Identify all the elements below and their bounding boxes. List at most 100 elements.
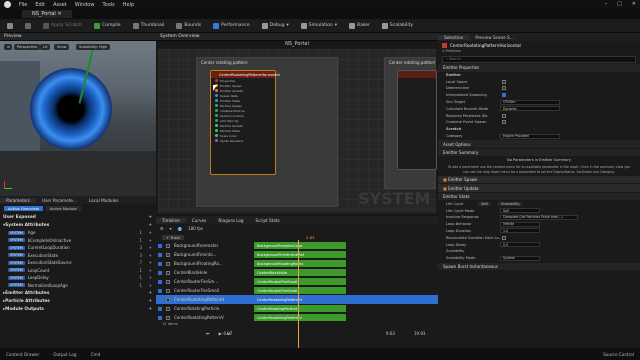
timeline-row[interactable]: CenterRoatatingPatternV CenterRoatatingPa… bbox=[156, 313, 438, 322]
minimize-icon[interactable]: – bbox=[605, 1, 608, 7]
life-cycle-value[interactable]: Self bbox=[500, 208, 540, 214]
life-cycle-value[interactable]: 1.0 bbox=[500, 228, 540, 234]
timeline-isolate-checkbox[interactable] bbox=[166, 261, 170, 266]
bounds-button[interactable]: Bounds bbox=[173, 22, 204, 30]
tab-niagara-log[interactable]: Niagara Log bbox=[212, 218, 249, 223]
add-track-button[interactable]: + Track bbox=[162, 234, 185, 240]
menu-asset[interactable]: Asset bbox=[53, 2, 67, 8]
menu-window[interactable]: Window bbox=[75, 2, 95, 8]
add-icon[interactable]: + bbox=[148, 299, 152, 304]
menu-edit[interactable]: Edit bbox=[35, 2, 45, 8]
search-input[interactable]: ⌕ Search bbox=[442, 56, 636, 63]
timeline-isolate-checkbox[interactable] bbox=[166, 270, 170, 275]
self-option-button[interactable]: Self bbox=[478, 201, 491, 206]
save-button[interactable] bbox=[4, 22, 16, 30]
timeline-enable-checkbox[interactable] bbox=[158, 261, 162, 266]
cmd-button[interactable]: Cmd bbox=[91, 352, 101, 357]
add-icon[interactable]: + bbox=[149, 245, 152, 250]
add-icon[interactable]: + bbox=[149, 275, 152, 280]
add-icon[interactable]: + bbox=[149, 283, 152, 288]
property-value[interactable]: CPUSim bbox=[500, 99, 560, 105]
timeline-enable-checkbox[interactable] bbox=[158, 243, 162, 248]
timeline-bar[interactable]: CenterRotatingParticle bbox=[254, 305, 346, 312]
tab-script-stats[interactable]: Script Stats bbox=[250, 218, 286, 223]
property-checkbox[interactable] bbox=[502, 86, 506, 91]
scalability-option-button[interactable]: Scalability bbox=[498, 201, 523, 206]
add-icon[interactable]: + bbox=[148, 307, 152, 312]
scratch-section[interactable]: Scratch bbox=[438, 126, 640, 133]
emitter-attributes-section[interactable]: ▸ Emitter Attributes + bbox=[0, 289, 156, 297]
timeline-enable-checkbox[interactable] bbox=[158, 297, 162, 302]
emitter-properties-header[interactable]: Emitter Properties bbox=[438, 64, 640, 72]
menu-help[interactable]: Help bbox=[123, 2, 134, 8]
timeline-enable-checkbox[interactable] bbox=[158, 279, 162, 284]
timeline-bar[interactable]: CenterRouterFireSmall bbox=[254, 278, 346, 285]
particle-attributes-section[interactable]: ▸ Particle Attributes + bbox=[0, 297, 156, 305]
life-cycle-checkbox[interactable] bbox=[502, 235, 506, 240]
timeline-isolate-checkbox[interactable] bbox=[166, 288, 170, 293]
timeline-row[interactable]: CenterRoatatingPatternH CenterRoatatingPa… bbox=[156, 295, 438, 304]
timeline-isolate-checkbox[interactable] bbox=[166, 306, 170, 311]
add-icon[interactable]: + bbox=[148, 215, 152, 220]
source-control-button[interactable]: Source Control bbox=[603, 352, 634, 357]
add-icon[interactable]: + bbox=[148, 291, 152, 296]
viewport-options-button[interactable]: ≡ bbox=[4, 44, 12, 50]
tab-close-icon[interactable]: ✕ bbox=[57, 11, 61, 17]
tab-curves[interactable]: Curves bbox=[186, 218, 213, 223]
parameter-row[interactable]: SYSTEM LoopCount 1 + bbox=[0, 267, 156, 275]
preview-viewport[interactable] bbox=[0, 41, 156, 196]
timeline-row[interactable]: CenterBlackHole CenterBlackHole bbox=[156, 268, 438, 277]
tab-user-parameters[interactable]: User Paramete... bbox=[36, 198, 83, 203]
emitter-state-header[interactable]: Emitter State bbox=[438, 192, 640, 201]
timeline-row[interactable]: BackgroundForeroster BackgroundForesterCo… bbox=[156, 241, 438, 250]
property-checkbox[interactable] bbox=[502, 79, 506, 84]
emitter-update-header[interactable]: ■ Emitter Update bbox=[438, 184, 640, 192]
emitter-spawn-header[interactable]: ■ Emitter Spawn bbox=[438, 175, 640, 184]
baker-button[interactable]: Baker bbox=[346, 22, 373, 30]
timeline-filter-icon[interactable]: ▾ bbox=[170, 226, 172, 231]
emitter-group-right[interactable]: Center rotating pattern bbox=[384, 57, 437, 189]
parameter-row[interactable]: SYSTEM CurrentLoopDuration 3 + bbox=[0, 244, 156, 252]
category-value[interactable]: Engine Provided bbox=[500, 133, 560, 139]
timeline-row[interactable]: BackgroundFireinto... BackgroundFireVerti… bbox=[156, 250, 438, 259]
tab-parameters[interactable]: Parameters bbox=[0, 197, 36, 203]
system-attributes-section[interactable]: ▾ System Attributes + bbox=[0, 221, 156, 229]
lit-button[interactable]: Lit bbox=[40, 44, 51, 50]
add-icon[interactable]: + bbox=[149, 268, 152, 273]
timeline-row[interactable]: CenterRotatingParticle CenterRotatingPart… bbox=[156, 304, 438, 313]
active-module-button[interactable]: Active Module bbox=[45, 206, 81, 211]
timeline-snap-icon[interactable]: ⬤ bbox=[178, 226, 182, 231]
timeline-bar[interactable]: BackgroundFireVerticalRef bbox=[254, 251, 346, 258]
module-outputs-section[interactable]: ▸ Module Outputs + bbox=[0, 305, 156, 313]
unreal-logo-icon[interactable] bbox=[4, 1, 11, 8]
thumbnail-button[interactable]: Thumbnail bbox=[130, 22, 168, 30]
debug-button[interactable]: Debug ▾ bbox=[259, 22, 292, 30]
property-checkbox[interactable] bbox=[502, 120, 506, 125]
tab-timeline[interactable]: Timeline bbox=[156, 217, 186, 223]
timeline-settings-icon[interactable]: ⚙ bbox=[160, 226, 164, 231]
emitter-node-selected[interactable]: CenterRoatatingPatternHorizontal Propert… bbox=[210, 70, 280, 175]
tab-preview-scene[interactable]: Preview Scene S... bbox=[469, 35, 519, 40]
timeline-isolate-checkbox[interactable] bbox=[166, 252, 170, 257]
fps-selector[interactable]: 180 fps bbox=[188, 226, 203, 231]
emitter-node-right[interactable] bbox=[397, 70, 437, 170]
add-icon[interactable]: + bbox=[149, 253, 152, 258]
timeline-enable-checkbox[interactable] bbox=[158, 306, 162, 311]
timeline-row[interactable]: CenterRouterFireSm... CenterRouterFireSma… bbox=[156, 277, 438, 286]
parameter-row[interactable]: SYSTEM LoopDelay 1 + bbox=[0, 274, 156, 282]
timeline-bar[interactable]: BackgroundFloatingRocks bbox=[254, 260, 346, 267]
skip-back-icon[interactable]: ⏮ bbox=[206, 331, 210, 336]
timeline-isolate-checkbox[interactable] bbox=[166, 243, 170, 248]
spawn-burst-header[interactable]: Spawn Burst Instantaneous bbox=[438, 262, 640, 271]
add-icon[interactable]: + bbox=[149, 230, 152, 235]
active-overview-button[interactable]: Active Overview bbox=[4, 206, 43, 211]
menu-file[interactable]: File bbox=[19, 2, 27, 8]
scalability-badge[interactable]: Scalability: High bbox=[76, 44, 111, 50]
timeline-enable-checkbox[interactable] bbox=[158, 315, 162, 320]
tab-selection[interactable]: Selection bbox=[438, 34, 470, 40]
timeline-enable-checkbox[interactable] bbox=[158, 270, 162, 275]
system-graph[interactable]: Center rotating pattern CenterRoatatingP… bbox=[158, 49, 437, 213]
property-value[interactable]: Dynamic bbox=[500, 106, 560, 112]
parameter-row[interactable]: SYSTEM NormalizedLoopAge 1 + bbox=[0, 282, 156, 290]
browse-button[interactable] bbox=[22, 22, 34, 30]
